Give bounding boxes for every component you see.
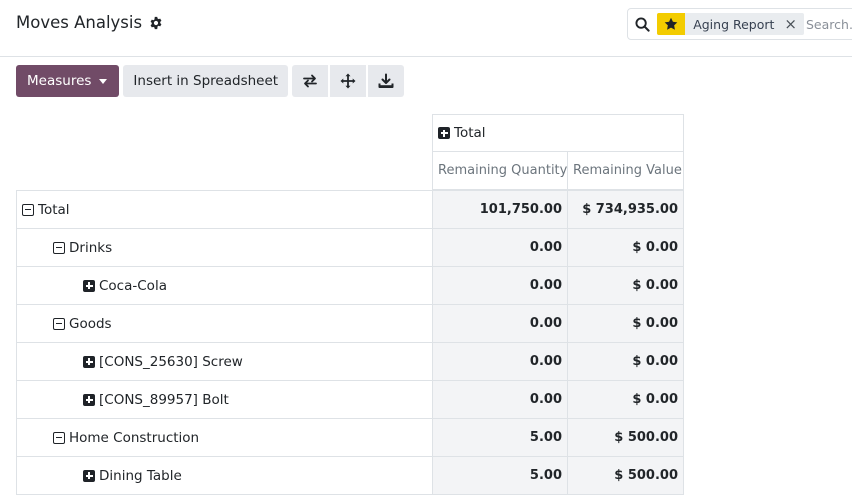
search-facet: Aging Report × [657, 13, 804, 35]
insert-label: Insert in Spreadsheet [133, 73, 279, 89]
row-label: Drinks [69, 239, 113, 256]
value-cell[interactable]: $ 0.00 [567, 380, 684, 419]
row-label: [CONS_89957] Bolt [99, 391, 229, 408]
row-header[interactable]: Dining Table [16, 456, 433, 495]
measure-header-value[interactable]: Remaining Value [567, 151, 684, 190]
expand-all-button[interactable] [330, 65, 367, 97]
row-label: [CONS_25630] Screw [99, 353, 243, 370]
row-label: Coca-Cola [99, 277, 167, 294]
plus-square-icon [438, 127, 450, 139]
value-cell[interactable]: $ 734,935.00 [567, 190, 684, 229]
quantity-cell[interactable]: 5.00 [432, 456, 568, 495]
row-label: Total [38, 201, 70, 218]
plus-square-icon [83, 393, 95, 406]
row-label: Home Construction [69, 429, 200, 446]
download-button[interactable] [368, 65, 405, 97]
quantity-cell[interactable]: 0.00 [432, 342, 568, 381]
flip-axis-button[interactable] [292, 65, 329, 97]
quantity-cell[interactable]: 5.00 [432, 418, 568, 457]
expand-all-icon [340, 73, 356, 89]
measures-button[interactable]: Measures [16, 65, 120, 97]
minus-square-icon [53, 431, 65, 444]
page-title: Moves Analysis [16, 13, 143, 32]
row-header[interactable]: Goods [16, 304, 433, 343]
search-button[interactable] [628, 9, 656, 39]
row-header[interactable]: Drinks [16, 228, 433, 267]
value-cell[interactable]: $ 500.00 [567, 456, 684, 495]
breadcrumb: Moves Analysis [16, 13, 163, 32]
row-header[interactable]: [CONS_25630] Screw [16, 342, 433, 381]
chevron-down-icon [99, 78, 108, 84]
control-panel: Moves Analysis Aging Report × [0, 0, 852, 57]
value-cell[interactable]: $ 0.00 [567, 304, 684, 343]
pivot-toolbar: Measures Insert in Spreadsheet [16, 65, 405, 98]
value-cell[interactable]: $ 0.00 [567, 228, 684, 267]
measures-label: Measures [27, 73, 92, 89]
value-cell[interactable]: $ 0.00 [567, 342, 684, 381]
quantity-cell[interactable]: 0.00 [432, 304, 568, 343]
row-label: Goods [69, 315, 112, 332]
row-header[interactable]: Home Construction [16, 418, 433, 457]
download-icon [378, 73, 394, 88]
quantity-cell[interactable]: 0.00 [432, 228, 568, 267]
flip-axis-icon [303, 74, 317, 88]
close-icon[interactable]: × [782, 13, 804, 35]
plus-square-icon [83, 355, 95, 368]
measure-header-quantity[interactable]: Remaining Quantity [432, 151, 568, 190]
search-input[interactable] [806, 16, 852, 32]
row-label: Dining Table [99, 467, 182, 484]
row-header[interactable]: Coca-Cola [16, 266, 433, 305]
quantity-cell[interactable]: 0.00 [432, 380, 568, 419]
search-bar: Aging Report × [627, 8, 852, 40]
column-header-label: Total [454, 125, 486, 141]
row-header[interactable]: Total [16, 190, 433, 229]
quantity-cell[interactable]: 101,750.00 [432, 190, 568, 229]
star-icon [657, 13, 686, 35]
facet-label: Aging Report [693, 16, 775, 32]
minus-square-icon [22, 203, 34, 216]
value-cell[interactable]: $ 0.00 [567, 266, 684, 305]
column-header-total[interactable]: Total [432, 114, 684, 152]
quantity-cell[interactable]: 0.00 [432, 266, 568, 305]
value-cell[interactable]: $ 500.00 [567, 418, 684, 457]
plus-square-icon [83, 469, 95, 482]
insert-spreadsheet-button[interactable]: Insert in Spreadsheet [123, 65, 289, 97]
minus-square-icon [53, 317, 65, 330]
plus-square-icon [83, 279, 95, 292]
search-icon [635, 16, 650, 32]
row-header[interactable]: [CONS_89957] Bolt [16, 380, 433, 419]
minus-square-icon [53, 241, 65, 254]
gear-icon[interactable] [149, 16, 163, 30]
